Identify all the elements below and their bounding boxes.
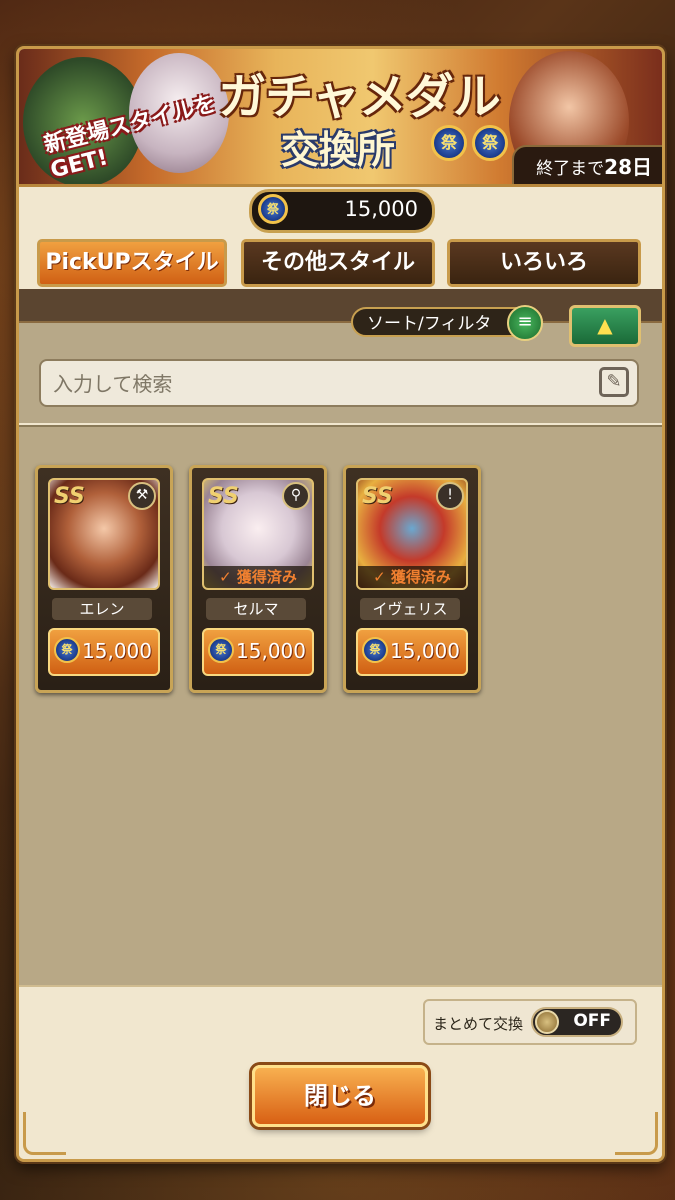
exchange-price-button[interactable]: 祭 15,000 — [48, 628, 160, 676]
tab-misc[interactable]: いろいろ — [447, 239, 641, 287]
medal-icon: 祭 — [208, 637, 234, 663]
toggle-state: OFF — [573, 1011, 611, 1031]
medal-icon: 祭 — [431, 125, 467, 161]
close-label: 閉じる — [304, 1082, 376, 1110]
category-tabs: PickUPスタイル その他スタイル いろいろ — [37, 239, 642, 287]
rank-badge: SS — [54, 484, 85, 509]
sort-filter-button[interactable]: ソート/フィルタ ≡ — [351, 305, 543, 341]
divider — [19, 289, 662, 323]
staff-icon: ⚲ — [282, 482, 310, 510]
menu-icon: ≡ — [507, 305, 543, 341]
toggle-knob — [535, 1010, 559, 1034]
search-input[interactable] — [51, 367, 595, 401]
end-prefix: 終了まで — [536, 159, 605, 179]
event-end-badge: 終了まで28日 — [512, 145, 662, 184]
banner-title: ガチャメダル — [218, 69, 501, 125]
price-value: 15,000 — [390, 639, 460, 663]
search-bar: ✎ — [39, 359, 639, 407]
style-card[interactable]: SS ! ✓ 獲得済み イヴェリス 祭 15,000 — [343, 465, 481, 693]
character-portrait: SS ! ✓ 獲得済み — [356, 478, 468, 590]
exchange-dialog: ガチャメダル 交換所 祭 祭 新登場スタイルをGET! 終了まで28日 祭 15… — [16, 46, 665, 1162]
end-days: 28日 — [604, 155, 652, 179]
medal-balance: 祭 15,000 — [249, 189, 435, 233]
style-card[interactable]: SS ⚒ エレン 祭 15,000 — [35, 465, 173, 693]
exchange-price-button[interactable]: 祭 15,000 — [356, 628, 468, 676]
rank-badge: SS — [362, 484, 393, 509]
bulk-exchange: まとめて交換 OFF — [423, 999, 637, 1045]
character-name: エレン — [52, 598, 152, 620]
character-name: セルマ — [206, 598, 306, 620]
axe-icon: ⚒ — [128, 482, 156, 510]
character-portrait: SS ⚲ ✓ 獲得済み — [202, 478, 314, 590]
bulk-exchange-label: まとめて交換 — [433, 1015, 524, 1033]
banner-medal-icons: 祭 祭 — [431, 125, 509, 161]
medal-icon: 祭 — [362, 637, 388, 663]
style-card[interactable]: SS ⚲ ✓ 獲得済み セルマ 祭 15,000 — [189, 465, 327, 693]
character-name: イヴェリス — [360, 598, 460, 620]
collapse-button[interactable]: ▲ — [569, 305, 641, 347]
banner-subtitle: 交換所 — [281, 128, 396, 172]
exchange-price-button[interactable]: 祭 15,000 — [202, 628, 314, 676]
sword-icon: ! — [436, 482, 464, 510]
corner-ornament — [615, 1112, 658, 1155]
bulk-exchange-toggle[interactable]: OFF — [531, 1007, 623, 1037]
close-button[interactable]: 閉じる — [252, 1065, 428, 1127]
style-card-grid: SS ⚒ エレン 祭 15,000 SS ⚲ ✓ 獲得済み セルマ 祭 15,0… — [19, 425, 662, 987]
corner-ornament — [23, 1112, 66, 1155]
price-value: 15,000 — [82, 639, 152, 663]
triangle-up-icon: ▲ — [597, 313, 613, 337]
sort-filter-label: ソート/フィルタ — [367, 314, 492, 334]
rank-badge: SS — [208, 484, 239, 509]
tab-pickup-style[interactable]: PickUPスタイル — [37, 239, 227, 287]
medal-balance-value: 15,000 — [344, 197, 418, 221]
medal-icon: 祭 — [472, 125, 509, 161]
owned-badge: ✓ 獲得済み — [358, 566, 466, 588]
edit-icon[interactable]: ✎ — [599, 367, 629, 397]
price-value: 15,000 — [236, 639, 306, 663]
owned-badge: ✓ 獲得済み — [204, 566, 312, 588]
medal-icon: 祭 — [54, 637, 80, 663]
character-portrait: SS ⚒ — [48, 478, 160, 590]
tab-other-style[interactable]: その他スタイル — [241, 239, 435, 287]
event-banner: ガチャメダル 交換所 祭 祭 新登場スタイルをGET! 終了まで28日 — [19, 49, 662, 187]
medal-icon: 祭 — [258, 194, 288, 224]
